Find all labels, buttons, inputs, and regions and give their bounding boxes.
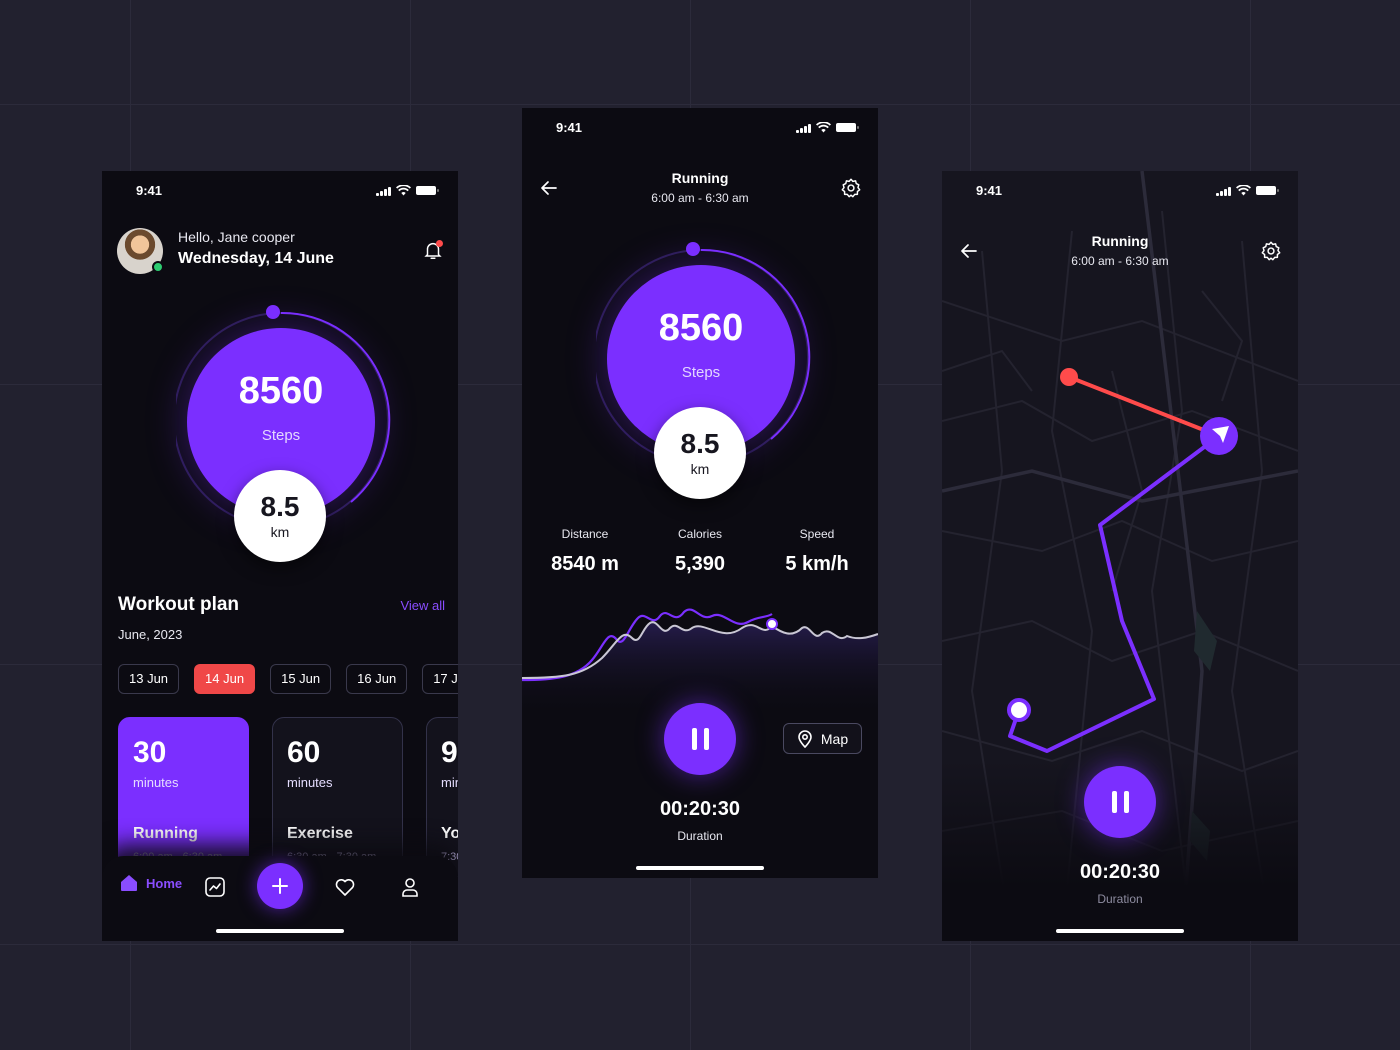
screen-title: Running xyxy=(1091,233,1149,249)
screen-title: Running xyxy=(671,170,729,186)
online-indicator xyxy=(152,261,164,273)
steps-value: 8560 xyxy=(658,307,744,349)
route-start-point xyxy=(1060,368,1078,386)
home-screen: 9:41 Hello, Jane cooper Wednesday, 14 Ju… xyxy=(102,171,458,941)
duration-value: 00:20:30 xyxy=(659,798,741,820)
workout-card[interactable]: 90 minutes Yoga 7:30 am - 9:00 am xyxy=(426,717,458,877)
duration-value: 00:20:30 xyxy=(1079,861,1161,883)
chart-icon[interactable] xyxy=(203,875,227,899)
battery-icon xyxy=(416,186,439,195)
distance-unit: km xyxy=(270,524,290,540)
workout-month: June, 2023 xyxy=(118,627,183,642)
wifi-icon xyxy=(816,122,831,133)
status-time: 9:41 xyxy=(136,183,163,198)
signal-icon xyxy=(796,123,811,133)
heart-icon[interactable] xyxy=(333,875,357,899)
workout-name: Running xyxy=(133,825,198,842)
view-all-link[interactable]: View all xyxy=(400,598,445,613)
gear-icon[interactable] xyxy=(840,177,862,199)
pause-icon xyxy=(1111,791,1117,813)
workout-name: Yoga xyxy=(441,825,458,842)
pause-button[interactable] xyxy=(1084,766,1156,838)
workout-unit: minutes xyxy=(133,775,179,790)
current-location-marker xyxy=(1200,417,1238,455)
wifi-icon xyxy=(396,185,411,196)
route-end-point xyxy=(1007,698,1031,722)
date-chip[interactable]: 15 Jun xyxy=(270,664,332,694)
steps-label: Steps xyxy=(261,427,301,444)
stat-label: Calories xyxy=(677,527,722,541)
status-bar: 9:41 xyxy=(942,183,1298,203)
add-button[interactable] xyxy=(257,863,303,909)
location-pin-icon xyxy=(798,729,812,748)
workout-card[interactable]: 30 minutes Running 6:00 am - 6:30 am xyxy=(118,717,249,877)
distance-unit: km xyxy=(690,461,710,477)
stat-value: 5,390 xyxy=(674,553,726,575)
greeting-date: Wednesday, 14 June xyxy=(178,250,334,267)
stat-label: Distance xyxy=(561,527,609,541)
notification-dot xyxy=(436,240,443,247)
nav-home-label: Home xyxy=(146,875,183,891)
screen-subtitle: 6:00 am - 6:30 am xyxy=(651,191,749,205)
bottom-navigation: Home xyxy=(102,856,458,941)
signal-icon xyxy=(1216,186,1231,196)
duration-label: Duration xyxy=(1097,892,1143,906)
duration-label: Duration xyxy=(677,829,723,843)
stat-speed: Speed 5 km/h xyxy=(757,527,877,576)
stat-distance: Distance 8540 m xyxy=(525,527,645,576)
distance-badge: 8.5 km xyxy=(654,407,746,499)
workout-amount: 30 xyxy=(133,736,167,769)
distance-badge: 8.5 km xyxy=(234,470,326,562)
user-icon[interactable] xyxy=(398,875,422,899)
stat-calories: Calories 5,390 xyxy=(640,527,760,576)
stat-label: Speed xyxy=(799,527,835,541)
workout-plan-title: Workout plan xyxy=(118,594,240,615)
steps-value: 8560 xyxy=(238,370,324,412)
home-indicator xyxy=(216,929,344,933)
home-indicator xyxy=(636,866,764,870)
date-chip[interactable]: 17 Jun xyxy=(422,664,458,694)
map-button[interactable]: Map xyxy=(783,723,862,754)
map-screen: 9:41 Running 6:00 am - 6:30 am 00:20:30 … xyxy=(942,171,1298,941)
workout-amount: 90 xyxy=(441,736,458,769)
map-button-label: Map xyxy=(820,730,849,747)
stat-value: 5 km/h xyxy=(785,553,849,575)
nav-home[interactable]: Home xyxy=(120,874,182,892)
signal-icon xyxy=(376,186,391,196)
status-bar: 9:41 xyxy=(522,120,878,140)
workout-amount: 60 xyxy=(287,736,321,769)
wifi-icon xyxy=(1236,185,1251,196)
date-chip[interactable]: 16 Jun xyxy=(346,664,408,694)
workout-card[interactable]: 60 minutes Exercise 6:30 am - 7:30 am xyxy=(272,717,403,877)
gear-icon[interactable] xyxy=(1260,240,1282,262)
pause-icon xyxy=(691,728,697,750)
home-icon xyxy=(121,875,137,891)
greeting-text: Hello, Jane cooper xyxy=(178,229,295,245)
battery-icon xyxy=(1256,186,1279,195)
status-time: 9:41 xyxy=(556,120,583,135)
status-time: 9:41 xyxy=(976,183,1003,198)
running-screen: 9:41 Running 6:00 am - 6:30 am 8560 Step… xyxy=(522,108,878,878)
date-chip[interactable]: 13 Jun xyxy=(118,664,180,694)
activity-chart xyxy=(522,608,878,718)
screen-subtitle: 6:00 am - 6:30 am xyxy=(1071,254,1169,268)
distance-value: 8.5 xyxy=(680,428,720,459)
distance-value: 8.5 xyxy=(260,491,300,522)
workout-unit: minutes xyxy=(441,775,458,790)
workout-unit: minutes xyxy=(287,775,333,790)
chart-marker xyxy=(766,618,778,630)
workout-name: Exercise xyxy=(287,825,353,842)
stat-value: 8540 m xyxy=(551,553,619,575)
date-selector: 13 Jun 14 Jun 15 Jun 16 Jun 17 Jun xyxy=(118,664,458,694)
status-bar: 9:41 xyxy=(102,183,458,203)
pause-button[interactable] xyxy=(664,703,736,775)
date-chip-selected[interactable]: 14 Jun xyxy=(194,664,256,694)
home-indicator xyxy=(1056,929,1184,933)
plus-icon xyxy=(272,878,288,894)
workout-card-list: 30 minutes Running 6:00 am - 6:30 am 60 … xyxy=(118,717,458,877)
battery-icon xyxy=(836,123,859,132)
steps-label: Steps xyxy=(681,364,721,381)
